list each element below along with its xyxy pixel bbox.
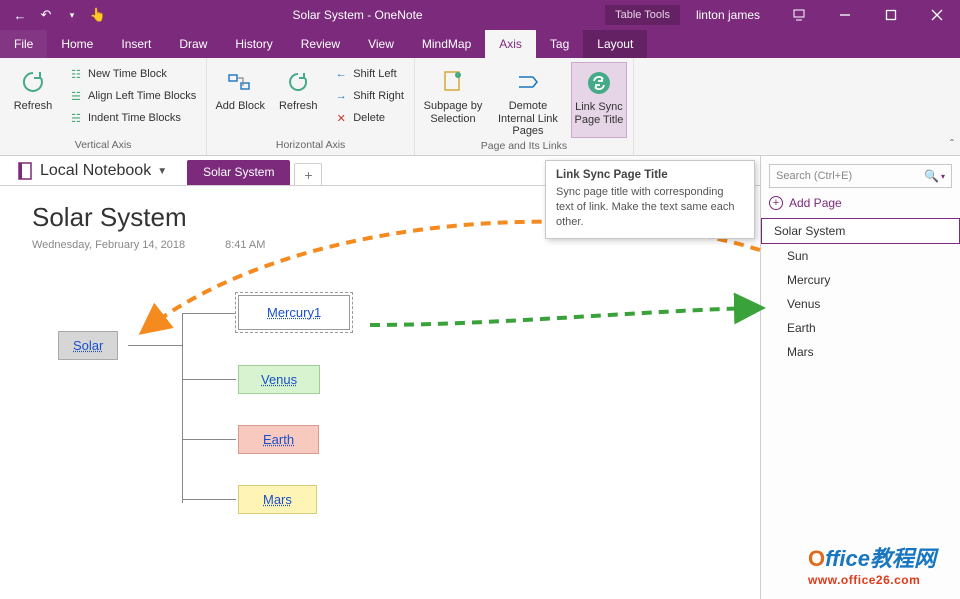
tooltip: Link Sync Page Title Sync page title wit… [545,160,755,239]
annotation-arrow-green [0,0,960,599]
watermark: Office教程网 www.office26.com [808,541,936,587]
watermark-url: www.office26.com [808,573,936,587]
watermark-brand: ffice教程网 [825,546,936,571]
tooltip-body: Sync page title with corresponding text … [556,185,744,230]
tooltip-title: Link Sync Page Title [556,169,744,181]
watermark-logo: O [808,546,825,571]
